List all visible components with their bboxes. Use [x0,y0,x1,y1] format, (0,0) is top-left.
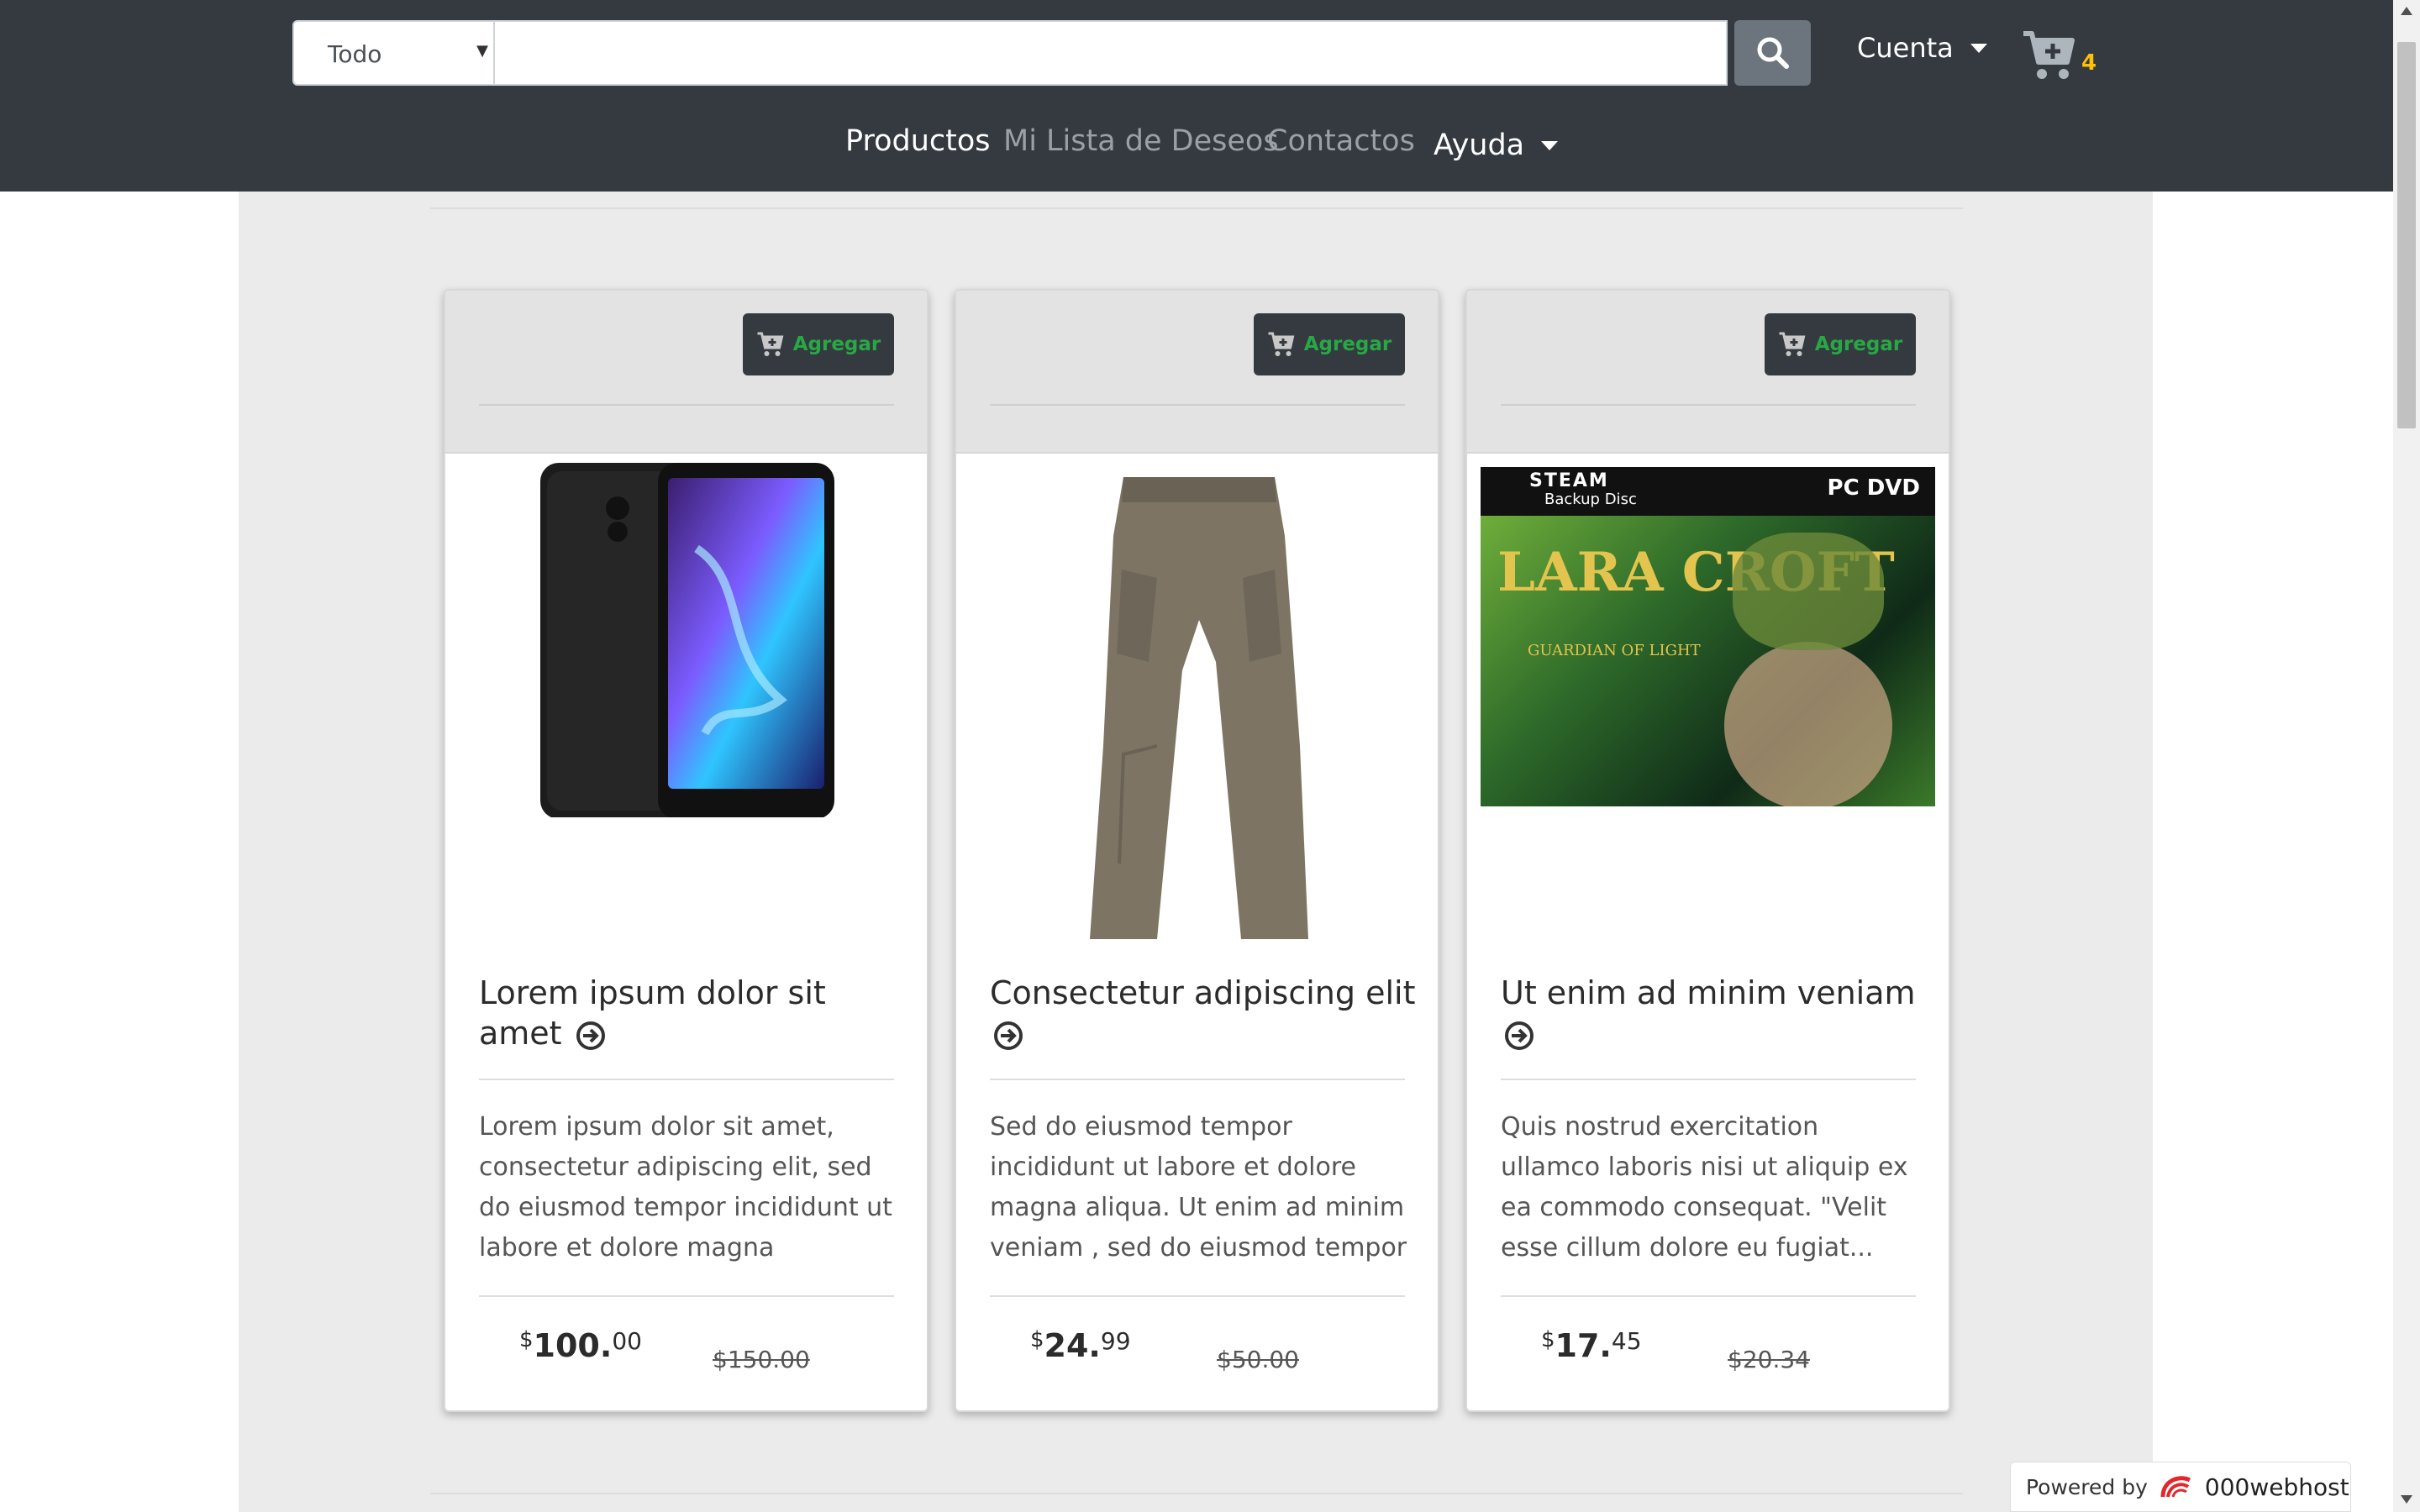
price-integer: 100. [533,1327,613,1364]
steam-text: STEAM [1529,470,1609,491]
scroll-down-arrow-icon[interactable] [2401,1495,2412,1504]
account-dropdown[interactable]: Cuenta [1857,32,1987,64]
divider [1501,1295,1916,1297]
add-to-cart-button[interactable]: Agregar [1765,313,1916,375]
scroll-up-arrow-icon[interactable] [2401,7,2412,15]
product-title-text: Ut enim ad minim veniam [1501,974,1916,1011]
product-price: $100.00 [519,1327,642,1364]
add-to-cart-label: Agregar [1303,333,1392,355]
divider [479,1079,894,1080]
powered-by-badge[interactable]: Powered by 000webhost [2010,1462,2351,1512]
product-image-game[interactable]: STEAM Backup Disc PC DVD LARA CROFT GUAR… [1481,467,1935,806]
product-price: $17.45 [1541,1327,1642,1364]
select-caret-icon: ▼ [476,42,488,60]
price-cents: 99 [1100,1327,1131,1355]
000webhost-logo-icon [2160,1476,2191,1498]
nav-ayuda-label: Ayuda [1434,129,1525,162]
old-price: $20.34 [1728,1346,1810,1373]
nav-wishlist[interactable]: Mi Lista de Deseos [1003,124,1279,166]
card-header: Agregar [956,291,1438,454]
divider [1501,404,1916,406]
nav-ayuda-dropdown[interactable]: Ayuda [1434,124,1559,166]
character-face [1724,642,1892,806]
product-description: Lorem ipsum dolor sit amet, consectetur … [479,1112,892,1263]
character-figure [1733,533,1884,650]
card-header: Agregar [1467,291,1949,454]
product-image-phone[interactable] [462,463,913,817]
account-label: Cuenta [1857,32,1954,64]
pants-image [1089,477,1308,939]
divider [990,404,1405,406]
price-integer: 24. [1044,1327,1101,1364]
product-card: Agregar STEAM Backup Disc PC DVD LARA CR… [1465,289,1950,1412]
add-to-cart-button[interactable]: Agregar [743,313,894,375]
divider [990,1295,1405,1297]
divider [430,207,1963,209]
arrow-circle-right-icon[interactable] [1504,1021,1534,1051]
powered-by-brand: 000webhost [2204,1473,2349,1501]
product-title[interactable]: Consectetur adipiscing elit [990,973,1418,1053]
top-header: Todo ▼ Cuenta 4 Productos Mi Lista de De… [0,0,2393,192]
price-symbol: $ [1541,1327,1555,1352]
category-select-value: Todo [328,40,382,68]
product-title[interactable]: Ut enim ad minim veniam [1501,973,1929,1053]
game-cover-art: LARA CROFT GUARDIAN OF LIGHT [1481,516,1935,806]
powered-by-prefix: Powered by [2026,1474,2148,1499]
caret-down-icon [1541,140,1559,150]
search-icon [1757,37,1789,69]
divider [430,1493,1963,1494]
cart-plus-icon [757,332,784,356]
search-button[interactable] [1734,20,1811,86]
game-cover-topbar: STEAM Backup Disc PC DVD [1481,467,1935,516]
phone-image [539,463,834,817]
cart-plus-icon [2023,31,2075,79]
backup-disc-text: Backup Disc [1544,491,1637,508]
add-to-cart-label: Agregar [792,333,881,355]
add-to-cart-button[interactable]: Agregar [1254,313,1405,375]
cart-count-badge: 4 [2081,50,2097,76]
vertical-scrollbar[interactable] [2393,0,2420,1512]
cart-plus-icon [1779,332,1806,356]
arrow-circle-right-icon[interactable] [993,1021,1023,1051]
cart-plus-icon [1268,332,1295,356]
game-subtitle-text: GUARDIAN OF LIGHT [1528,642,1701,659]
nav-productos[interactable]: Productos [845,124,991,166]
pc-dvd-text: PC DVD [1827,475,1920,501]
divider [479,1295,894,1297]
divider [479,404,894,406]
product-image-pants[interactable] [973,469,1424,944]
price-integer: 17. [1555,1327,1612,1364]
divider [990,1079,1405,1080]
add-to-cart-label: Agregar [1814,333,1903,355]
old-price: $150.00 [713,1346,810,1373]
product-description: Sed do eiusmod tempor incididunt ut labo… [990,1112,1407,1263]
product-title-text: Lorem ipsum dolor sit amet [479,974,826,1052]
old-price: $50.00 [1217,1346,1299,1373]
divider [1501,1079,1916,1080]
price-cents: 45 [1611,1327,1642,1355]
price-symbol: $ [1030,1327,1044,1352]
page: Todo ▼ Cuenta 4 Productos Mi Lista de De… [0,0,2420,1512]
card-header: Agregar [445,291,927,454]
product-description: Quis nostrud exercitation ullamco labori… [1501,1112,1908,1263]
product-card: Agregar Consectetur adipiscing elit Sed … [955,289,1439,1412]
arrow-circle-right-icon[interactable] [576,1021,606,1051]
product-price: $24.99 [1030,1327,1131,1364]
price-symbol: $ [519,1327,534,1352]
product-title[interactable]: Lorem ipsum dolor sit amet [479,973,908,1053]
product-title-text: Consectetur adipiscing elit [990,974,1416,1011]
nav-contactos[interactable]: Contactos [1267,124,1415,166]
caret-down-icon [1970,43,1987,53]
category-select[interactable]: Todo ▼ [292,20,495,86]
product-card: Agregar Lorem ipsum dolor sit amet Lorem… [444,289,929,1412]
scrollbar-thumb[interactable] [2397,42,2416,428]
search-input[interactable] [495,20,1728,86]
price-cents: 00 [612,1327,642,1355]
